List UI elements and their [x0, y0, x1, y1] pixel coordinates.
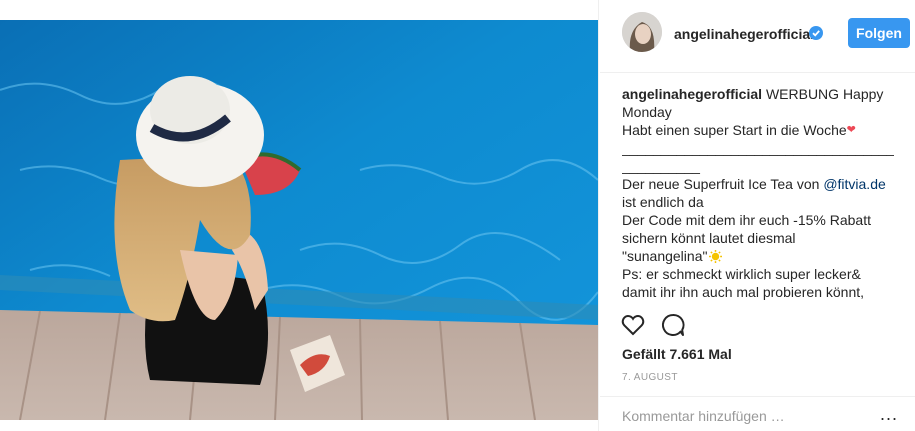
- caption-text: WERBUNG Happy: [765, 86, 884, 102]
- post-caption: angelinahegerofficial WERBUNG Happy Mond…: [622, 85, 894, 300]
- caption-text: Der Code mit dem ihr euch -15% Rabatt: [622, 212, 871, 228]
- post-header: angelinahegerofficial Folgen: [600, 0, 915, 72]
- caption-text: Der neue Superfruit Ice Tea von: [622, 176, 824, 192]
- caption-text: Habt einen super Start in die Woche: [622, 122, 847, 138]
- caption-text: Ps: er schmeckt wirklich super lecker&: [622, 266, 861, 282]
- avatar-image: [622, 12, 662, 52]
- caption-text: damit ihr ihn auch mal probieren könnt,: [622, 284, 865, 300]
- heart-outline-icon[interactable]: [620, 312, 646, 338]
- post-photo[interactable]: [0, 20, 598, 420]
- likes-count[interactable]: Gefällt 7.661 Mal: [622, 346, 732, 362]
- header-divider: [600, 72, 915, 73]
- caption-text: "sunangelina": [622, 248, 708, 264]
- comment-divider: [600, 396, 915, 397]
- follow-button[interactable]: Folgen: [848, 18, 910, 48]
- more-options-button[interactable]: ...: [880, 404, 898, 425]
- red-heart-emoji-icon: ❤: [846, 124, 856, 136]
- post-date[interactable]: 7. AUGUST: [622, 372, 678, 383]
- mention-link[interactable]: @fitvia.de: [823, 176, 885, 192]
- verified-badge-icon: [809, 26, 823, 40]
- pool-photo-illustration: [0, 20, 598, 420]
- caption-text: Monday: [622, 104, 672, 120]
- caption-text: ist endlich da: [622, 194, 704, 210]
- comment-bubble-icon[interactable]: [660, 312, 686, 338]
- panel-divider: [598, 0, 599, 431]
- sun-emoji-icon: [709, 250, 723, 263]
- caption-text: sichern könnt lautet diesmal: [622, 230, 796, 246]
- caption-text: __________: [622, 158, 700, 174]
- caption-username[interactable]: angelinahegerofficial: [622, 86, 762, 102]
- avatar[interactable]: [622, 12, 662, 52]
- username-link[interactable]: angelinahegerofficial: [674, 26, 814, 42]
- caption-text: ______________________________________: [622, 140, 894, 156]
- comment-input[interactable]: [622, 408, 862, 424]
